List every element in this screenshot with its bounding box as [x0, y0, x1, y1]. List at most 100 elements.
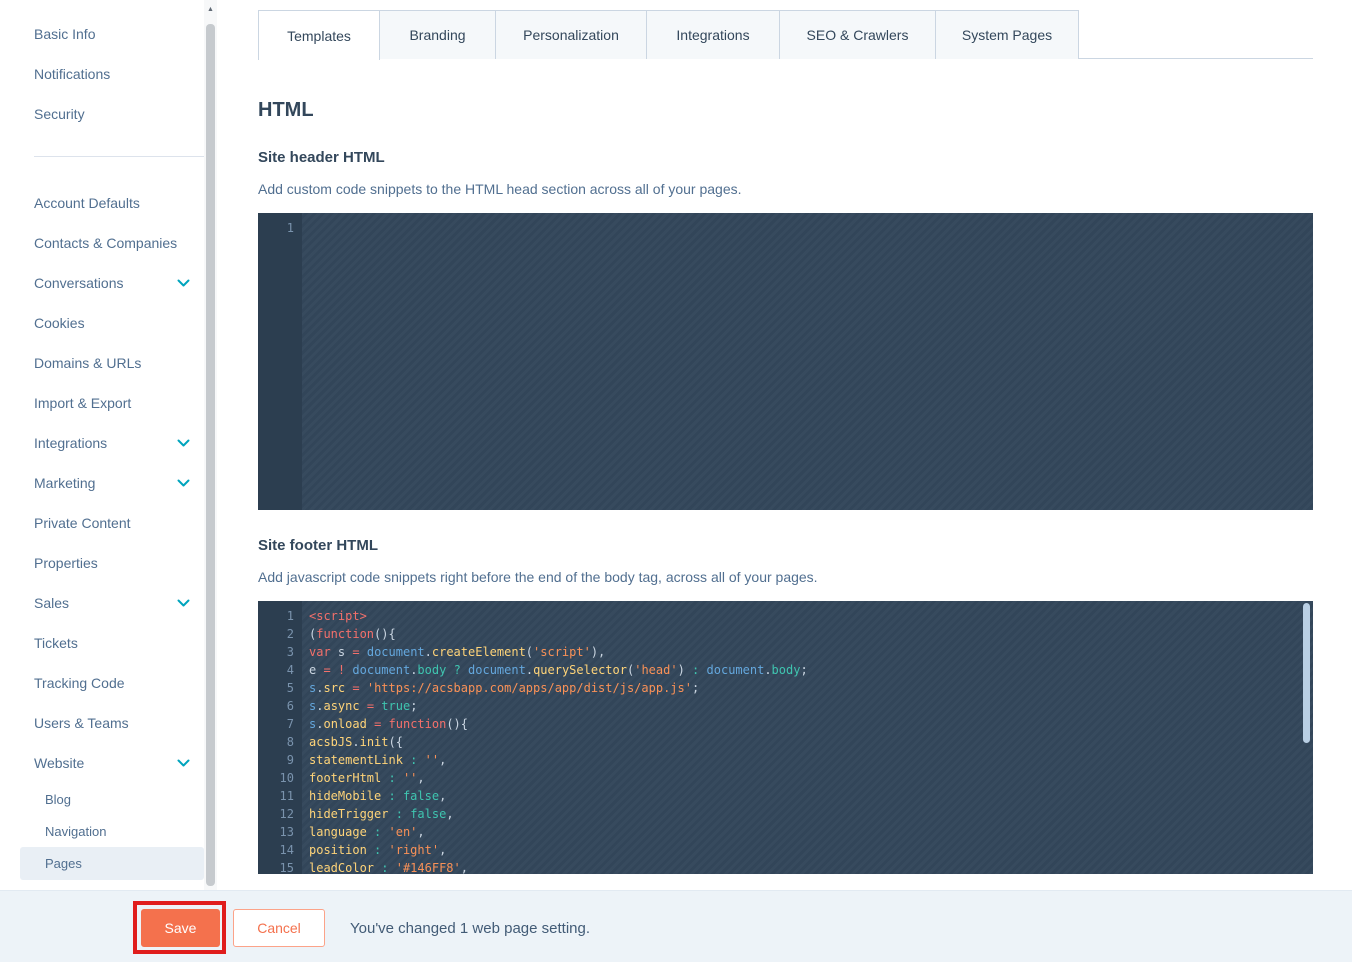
code-line: leadColor : '#146FF8',: [309, 859, 1313, 874]
chevron-down-icon: [177, 479, 190, 488]
line-number: 1: [258, 607, 302, 625]
sidebar-item-contacts-companies[interactable]: Contacts & Companies: [0, 223, 204, 263]
chevron-down-icon: [177, 439, 190, 448]
sidebar-scrollbar-thumb[interactable]: [206, 24, 215, 886]
sidebar-item-label: Integrations: [34, 435, 107, 451]
sidebar-item-notifications[interactable]: Notifications: [0, 54, 204, 94]
sidebar-item-label: Account Defaults: [34, 195, 140, 211]
sidebar-item-label: Navigation: [45, 824, 106, 839]
sidebar-item-label: Properties: [34, 555, 98, 571]
cancel-button[interactable]: Cancel: [233, 909, 325, 947]
line-number: 10: [258, 769, 302, 787]
code-line: language : 'en',: [309, 823, 1313, 841]
chevron-down-icon: [177, 599, 190, 608]
line-number: 15: [258, 859, 302, 874]
site-footer-html-section: Site footer HTML Add javascript code sni…: [258, 537, 1313, 874]
sidebar-item-account-defaults[interactable]: Account Defaults: [0, 183, 204, 223]
settings-sidebar: Basic Info Notifications Security Account D…: [0, 0, 204, 890]
line-number: 13: [258, 823, 302, 841]
sidebar-item-label: Users & Teams: [34, 715, 129, 731]
sidebar-item-tracking-code[interactable]: Tracking Code: [0, 663, 204, 703]
sidebar-item-label: Website: [34, 755, 84, 771]
sidebar-item-private-content[interactable]: Private Content: [0, 503, 204, 543]
unsaved-changes-status: You've changed 1 web page setting.: [350, 909, 590, 947]
sidebar-item-conversations[interactable]: Conversations: [0, 263, 204, 303]
sidebar-divider: [34, 156, 204, 157]
sidebar-item-navigation[interactable]: Navigation: [20, 815, 204, 847]
sidebar-item-label: Marketing: [34, 475, 95, 491]
tab-branding[interactable]: Branding: [379, 10, 496, 59]
code-line: s.src = 'https://acsbapp.com/apps/app/di…: [309, 679, 1313, 697]
sidebar-item-label: Domains & URLs: [34, 355, 141, 371]
chevron-down-icon: [177, 279, 190, 288]
site-header-html-heading: Site header HTML: [258, 149, 1313, 166]
sidebar-item-label: Basic Info: [34, 26, 95, 42]
sidebar-item-website[interactable]: Website: [0, 743, 204, 783]
site-footer-html-heading: Site footer HTML: [258, 537, 1313, 554]
site-header-html-section: Site header HTML Add custom code snippet…: [258, 149, 1313, 510]
site-footer-html-editor[interactable]: 123456789101112131415<script>(function()…: [258, 601, 1313, 874]
code-line: [309, 219, 1313, 237]
save-button[interactable]: Save: [141, 909, 220, 947]
sidebar-item-sales[interactable]: Sales: [0, 583, 204, 623]
chevron-down-icon: [177, 759, 190, 768]
code-line: statementLink : '',: [309, 751, 1313, 769]
line-number: 9: [258, 751, 302, 769]
settings-tabs: TemplatesBrandingPersonalizationIntegrat…: [258, 10, 1313, 59]
editor-scrollbar-thumb[interactable]: [1303, 603, 1310, 743]
sidebar-item-blog[interactable]: Blog: [20, 783, 204, 815]
sidebar-item-marketing[interactable]: Marketing: [0, 463, 204, 503]
code-line: hideTrigger : false,: [309, 805, 1313, 823]
editor-gutter: 1: [258, 213, 302, 510]
sidebar-item-label: Conversations: [34, 275, 124, 291]
code-line: hideMobile : false,: [309, 787, 1313, 805]
sidebar-item-domains-urls[interactable]: Domains & URLs: [0, 343, 204, 383]
site-header-html-description: Add custom code snippets to the HTML hea…: [258, 181, 1313, 197]
sidebar-item-cookies[interactable]: Cookies: [0, 303, 204, 343]
code-line: s.onload = function(){: [309, 715, 1313, 733]
code-line: <script>: [309, 607, 1313, 625]
code-line: s.async = true;: [309, 697, 1313, 715]
tab-seo-crawlers[interactable]: SEO & Crawlers: [779, 10, 936, 59]
sidebar-item-security[interactable]: Security: [0, 94, 204, 134]
code-line: e = ! document.body ? document.querySele…: [309, 661, 1313, 679]
sidebar-item-label: Blog: [45, 792, 71, 807]
line-number: 11: [258, 787, 302, 805]
sidebar-item-label: Tracking Code: [34, 675, 125, 691]
sidebar-item-label: Import & Export: [34, 395, 131, 411]
tab-personalization[interactable]: Personalization: [495, 10, 647, 59]
editor-code-area: <script>(function(){var s = document.cre…: [302, 601, 1313, 874]
sidebar-scrollbar[interactable]: ▲: [204, 0, 217, 890]
site-header-html-editor[interactable]: 1: [258, 213, 1313, 510]
sidebar-item-label: Security: [34, 106, 85, 122]
line-number: 6: [258, 697, 302, 715]
line-number: 12: [258, 805, 302, 823]
sidebar-item-label: Tickets: [34, 635, 78, 651]
scrollbar-up-icon[interactable]: ▲: [204, 2, 217, 16]
tab-templates[interactable]: Templates: [258, 10, 380, 60]
sidebar-item-label: Sales: [34, 595, 69, 611]
line-number: 8: [258, 733, 302, 751]
sidebar-item-tickets[interactable]: Tickets: [0, 623, 204, 663]
sidebar-item-integrations[interactable]: Integrations: [0, 423, 204, 463]
editor-code-area: [302, 213, 1313, 510]
sidebar-item-pages[interactable]: Pages: [20, 847, 204, 880]
sidebar-item-label: Notifications: [34, 66, 110, 82]
code-line: acsbJS.init({: [309, 733, 1313, 751]
page-title: HTML: [258, 99, 1313, 122]
hubspot-settings-page: Basic Info Notifications Security Account D…: [0, 0, 1352, 962]
editor-gutter: 123456789101112131415: [258, 601, 302, 874]
sidebar-item-properties[interactable]: Properties: [0, 543, 204, 583]
line-number: 5: [258, 679, 302, 697]
tab-system-pages[interactable]: System Pages: [935, 10, 1079, 59]
sidebar-item-basic-info[interactable]: Basic Info: [0, 14, 204, 54]
line-number: 3: [258, 643, 302, 661]
settings-content: TemplatesBrandingPersonalizationIntegrat…: [258, 0, 1313, 874]
sidebar-item-users-teams[interactable]: Users & Teams: [0, 703, 204, 743]
code-line: (function(){: [309, 625, 1313, 643]
tab-integrations[interactable]: Integrations: [646, 10, 780, 59]
code-line: position : 'right',: [309, 841, 1313, 859]
line-number: 4: [258, 661, 302, 679]
sidebar-item-label: Cookies: [34, 315, 85, 331]
sidebar-item-import-export[interactable]: Import & Export: [0, 383, 204, 423]
